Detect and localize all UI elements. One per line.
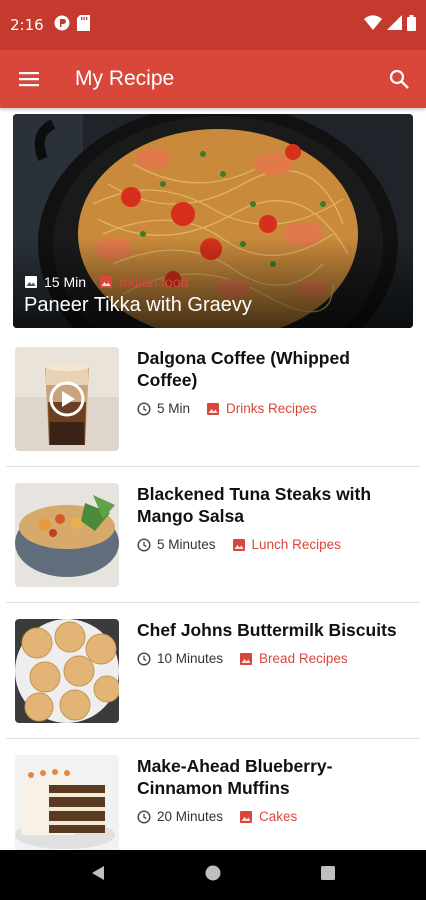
status-bar: 2:16 [0,0,426,50]
list-item[interactable]: Chef Johns Buttermilk Biscuits 10 Minute… [0,619,426,755]
search-icon [389,69,409,89]
recipe-thumbnail [15,755,119,850]
home-icon [205,865,221,880]
menu-button[interactable] [0,50,58,108]
recipe-category[interactable]: Bread Recipes [259,651,348,666]
clock-icon [137,809,151,824]
category-icon [240,810,253,823]
divider [6,602,420,603]
recents-icon [321,865,336,880]
recipe-title: Make-Ahead Blueberry-Cinnamon Muffins [137,756,333,798]
image-icon [25,276,37,288]
category-icon [240,652,253,665]
list-item[interactable]: Dalgona Coffee (Whipped Coffee) 5 Min Dr… [0,347,426,483]
recipe-thumbnail [15,347,119,451]
page-title: My Recipe [75,67,175,90]
clock-icon [137,651,151,666]
recipe-meta: 10 Minutes Bread Recipes [137,651,348,666]
category-icon [100,276,113,288]
recipe-meta: 5 Min Drinks Recipes [137,401,317,416]
app-bar: My Recipe [0,50,426,108]
recipe-time: 5 Min [157,401,191,416]
category-icon [232,538,245,551]
battery-icon [407,14,416,36]
featured-meta: 15 Min Indian food [24,274,188,290]
featured-time: 15 Min [44,274,87,290]
back-button[interactable] [89,864,107,887]
podcast-notification-icon [54,15,70,36]
recipe-title: Blackened Tuna Steaks with Mango Salsa [137,484,372,526]
clock-icon [137,401,151,416]
recipe-thumbnail [15,619,119,723]
system-nav-bar [0,850,426,900]
video-play-icon[interactable] [15,347,119,451]
search-button[interactable] [372,50,426,108]
hamburger-menu-icon [19,72,39,87]
recipe-category[interactable]: Drinks Recipes [226,401,317,416]
back-icon [91,865,104,880]
featured-recipe-card[interactable]: 15 Min Indian food Paneer Tikka with Gra… [13,114,413,328]
featured-title: Paneer Tikka with Graevy [24,294,252,316]
recipe-category[interactable]: Cakes [259,809,297,824]
recipe-meta: 20 Minutes Cakes [137,809,297,824]
recipe-list[interactable]: 15 Min Indian food Paneer Tikka with Gra… [0,108,426,850]
divider [6,466,420,467]
cell-signal-icon [387,15,402,35]
wifi-icon [364,15,382,35]
recipe-thumbnail [15,483,119,587]
clock-icon [137,537,151,552]
recipe-category[interactable]: Lunch Recipes [252,537,341,552]
recipe-title: Chef Johns Buttermilk Biscuits [137,620,397,640]
list-item[interactable]: Blackened Tuna Steaks with Mango Salsa 5… [0,483,426,619]
divider [6,738,420,739]
category-icon [207,402,220,415]
list-item[interactable]: Make-Ahead Blueberry-Cinnamon Muffins 20… [0,755,426,850]
home-button[interactable] [204,864,222,887]
recipe-meta: 5 Minutes Lunch Recipes [137,537,341,552]
status-time: 2:16 [10,16,44,34]
recipe-time: 5 Minutes [157,537,216,552]
sd-card-icon [76,14,90,36]
recipe-time: 20 Minutes [157,809,224,824]
recipe-title: Dalgona Coffee (Whipped Coffee) [137,348,350,390]
featured-category[interactable]: Indian food [119,274,188,290]
recipe-time: 10 Minutes [157,651,224,666]
recents-button[interactable] [319,864,337,887]
